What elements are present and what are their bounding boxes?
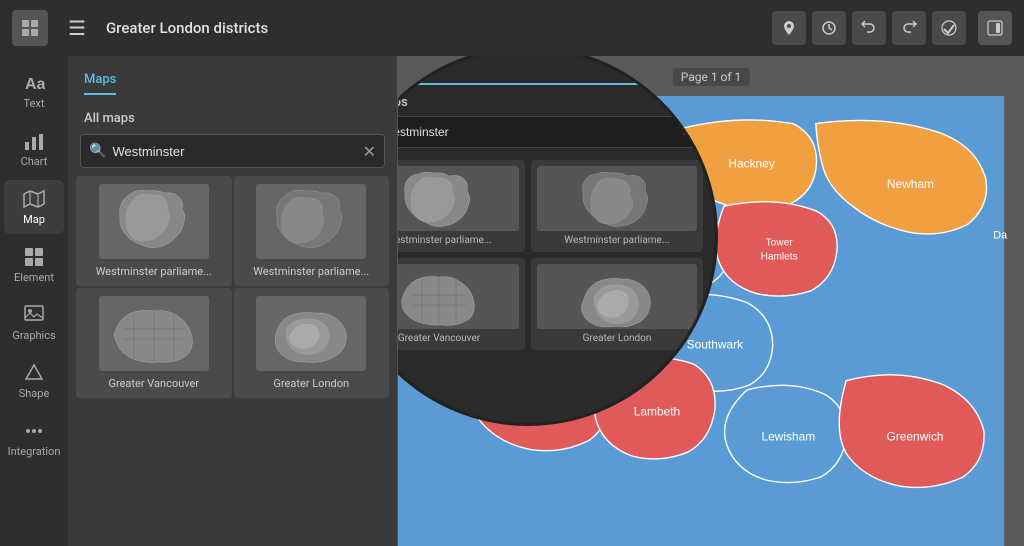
sidebar-label-graphics: Graphics xyxy=(12,329,55,342)
map-item-westminster1[interactable]: Westminster parliame... xyxy=(76,176,232,286)
map-label-westminster2: Westminster parliame... xyxy=(253,265,369,278)
circle-search-input[interactable] xyxy=(398,125,682,139)
main-layout: Aa Text Chart Map xyxy=(0,56,1024,546)
map-label-westminster1: Westminster parliame... xyxy=(96,265,212,278)
svg-text:Aa: Aa xyxy=(25,76,45,93)
circle-label-greater-vancouver: Greater Vancouver xyxy=(398,333,480,344)
sidebar-item-integration[interactable]: Integration xyxy=(4,412,64,466)
circle-map-item-greater-london[interactable]: Greater London xyxy=(531,258,703,350)
redo-button[interactable] xyxy=(892,11,926,45)
circle-thumb-greater-vancouver xyxy=(398,264,519,329)
app-logo xyxy=(12,10,48,46)
map-label-greater-london: Greater London xyxy=(273,377,349,390)
location-button[interactable] xyxy=(772,11,806,45)
district-label-tower-hamlets2: Hamlets xyxy=(761,251,798,262)
document-title: Greater London districts xyxy=(106,19,760,37)
district-label-greenwich: Greenwich xyxy=(887,429,944,443)
toolbar-actions xyxy=(772,11,966,45)
menu-button[interactable]: ☰ xyxy=(60,12,94,44)
circle-thumb-westminster1 xyxy=(398,166,519,231)
check-button[interactable] xyxy=(932,11,966,45)
district-label-partial: Da xyxy=(993,229,1008,241)
sidebar-item-text[interactable]: Aa Text xyxy=(4,64,64,118)
circle-label-westminster1: Westminster parliame... xyxy=(398,235,492,246)
map-item-greater-london[interactable]: Greater London xyxy=(234,288,390,398)
sidebar-label-text: Text xyxy=(24,97,45,110)
sidebar-label-integration: Integration xyxy=(8,445,61,458)
sidebar-label-map: Map xyxy=(23,213,45,226)
map-grid: Westminster parliame... Westminster parl… xyxy=(68,176,397,398)
map-item-greater-vancouver[interactable]: Greater Vancouver xyxy=(76,288,232,398)
circle-map-item-westminster2[interactable]: Westminster parliame... xyxy=(531,160,703,252)
district-label-southwark: Southwark xyxy=(687,338,743,352)
circle-maps-tab[interactable]: Maps xyxy=(398,63,699,85)
sidebar-label-element: Element xyxy=(14,271,54,284)
panel-tab-maps[interactable]: Maps xyxy=(84,72,116,95)
sidebar-label-chart: Chart xyxy=(21,155,48,168)
map-item-westminster2[interactable]: Westminster parliame... xyxy=(234,176,390,286)
district-label-lambeth: Lambeth xyxy=(634,405,680,419)
right-panel-button[interactable] xyxy=(978,11,1012,45)
sidebar-item-shape[interactable]: Shape xyxy=(4,354,64,408)
sidebar-item-element[interactable]: Element xyxy=(4,238,64,292)
panel-section-title: All maps xyxy=(68,103,397,134)
map-panel: Maps All maps 🔍 ✕ Westminster parliame..… xyxy=(68,56,398,546)
sidebar-label-shape: Shape xyxy=(19,387,50,400)
circle-thumb-westminster2 xyxy=(537,166,697,231)
map-thumbnail-westminster1 xyxy=(99,184,209,259)
sidebar-item-map[interactable]: Map xyxy=(4,180,64,234)
page-indicator: Page 1 of 1 xyxy=(673,68,750,86)
map-label-greater-vancouver: Greater Vancouver xyxy=(108,377,199,390)
undo-button[interactable] xyxy=(852,11,886,45)
sidebar: Aa Text Chart Map xyxy=(0,56,68,546)
map-thumbnail-westminster2 xyxy=(256,184,366,259)
circle-map-item-westminster1[interactable]: Westminster parliame... xyxy=(398,160,525,252)
circle-label-westminster2: Westminster parliame... xyxy=(564,235,670,246)
circle-map-grid: Westminster parliame... Westminster parl… xyxy=(398,156,715,354)
search-input[interactable] xyxy=(106,144,362,159)
circle-search-container: 🔍 ✕ xyxy=(398,116,703,148)
circle-label-greater-london: Greater London xyxy=(583,333,652,344)
panel-header: Maps xyxy=(68,56,397,103)
history-button[interactable] xyxy=(812,11,846,45)
top-bar: ☰ Greater London districts xyxy=(0,0,1024,56)
map-thumbnail-greater-vancouver xyxy=(99,296,209,371)
circle-thumb-greater-london xyxy=(537,264,697,329)
district-label-tower-hamlets: Tower xyxy=(766,238,794,249)
district-label-newham: Newham xyxy=(887,177,934,191)
search-icon: 🔍 xyxy=(89,143,106,159)
sidebar-item-chart[interactable]: Chart xyxy=(4,122,64,176)
canvas-area: Page 1 of 1 Brent Camden Islington Hackn… xyxy=(398,56,1024,546)
map-thumbnail-greater-london xyxy=(256,296,366,371)
search-container: 🔍 ✕ xyxy=(80,134,385,168)
circle-map-item-greater-vancouver[interactable]: Greater Vancouver xyxy=(398,258,525,350)
district-label-hackney: Hackney xyxy=(728,157,774,171)
search-clear-button[interactable]: ✕ xyxy=(363,142,376,161)
district-label-lewisham: Lewisham xyxy=(761,429,815,443)
sidebar-item-graphics[interactable]: Graphics xyxy=(4,296,64,350)
